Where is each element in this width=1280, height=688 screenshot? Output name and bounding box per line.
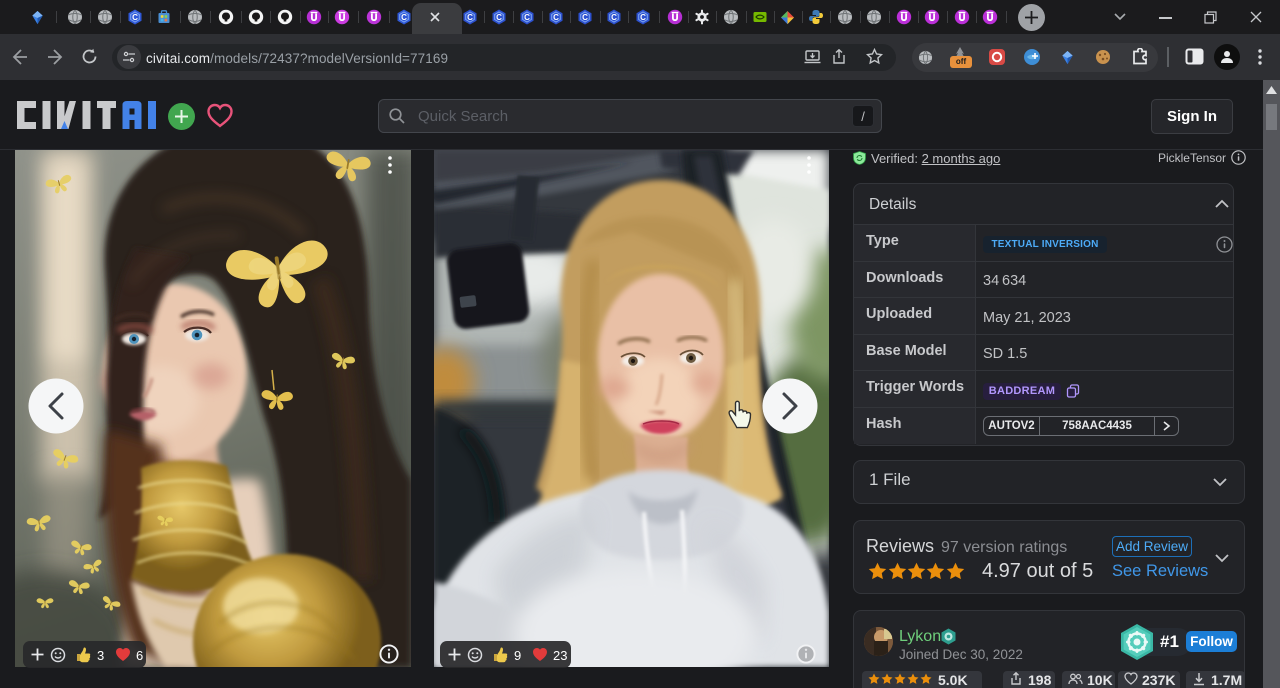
svg-text:C: C: [582, 13, 588, 22]
svg-text:C: C: [611, 13, 617, 22]
svg-text:C: C: [132, 13, 138, 22]
svg-text:C: C: [496, 13, 502, 22]
svg-text:C: C: [524, 13, 530, 22]
svg-text:C: C: [553, 13, 559, 22]
svg-text:C: C: [467, 13, 473, 22]
svg-text:C: C: [640, 13, 646, 22]
svg-text:C: C: [401, 13, 407, 22]
